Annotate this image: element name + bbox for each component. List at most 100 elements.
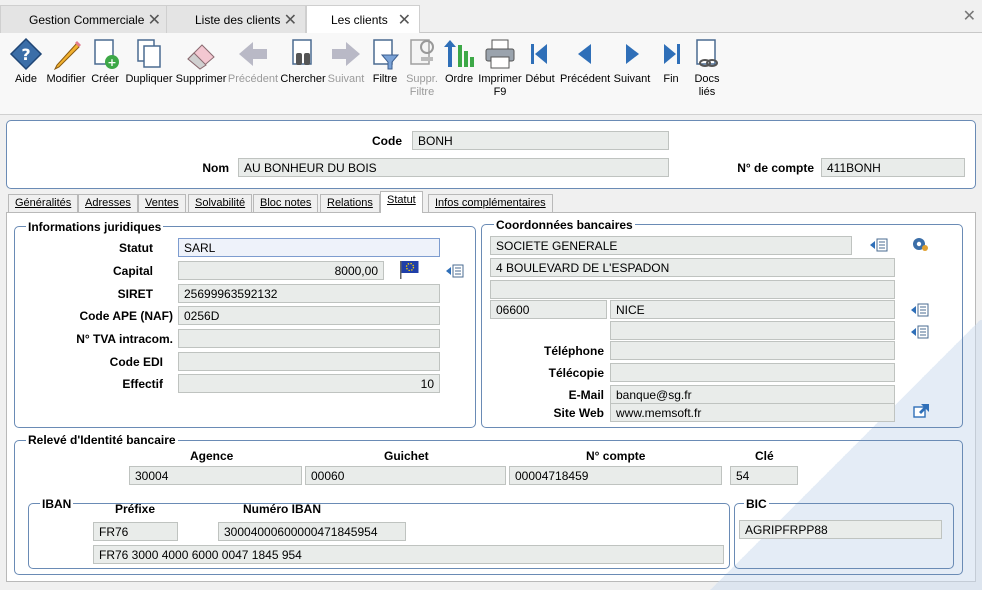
tab-bloc-notes[interactable]: Bloc notes xyxy=(253,194,319,212)
rib-compte-label: N° compte xyxy=(586,449,646,463)
doc-tab-label: Gestion Commerciale xyxy=(29,12,145,27)
telecopie-label: Télécopie xyxy=(548,366,604,380)
linked-documents-icon xyxy=(696,39,718,67)
document-tab-bar: Gestion Commerciale ✕ Liste des clients … xyxy=(0,0,982,34)
f9-label: F9 xyxy=(493,86,507,98)
numero-iban-label: Numéro IBAN xyxy=(243,502,322,516)
effectif-label: Effectif xyxy=(122,377,163,391)
code-edi-label: Code EDI xyxy=(109,355,163,369)
siret-label: SIRET xyxy=(117,287,153,301)
sort-order-icon xyxy=(444,40,474,67)
code-ape-label: Code APE (NAF) xyxy=(79,309,173,323)
banque-cp-field[interactable]: 06600 xyxy=(490,300,607,319)
imprimer-label: Imprimer xyxy=(478,73,522,85)
filter-icon xyxy=(373,39,400,70)
nom-field[interactable]: AU BONHEUR DU BOIS xyxy=(238,158,669,177)
cle-label: Clé xyxy=(755,449,774,463)
lies-label: liés xyxy=(698,86,716,98)
nom-label: Nom xyxy=(202,161,229,175)
banque-ville-field[interactable]: NICE xyxy=(610,300,895,319)
svg-text:?: ? xyxy=(21,45,30,64)
siret-field[interactable]: 25699963592132 xyxy=(178,284,440,303)
iban-full-field[interactable]: FR76 3000 4000 6000 0047 1845 954 xyxy=(93,545,724,564)
code-ape-field[interactable]: 0256D xyxy=(178,306,440,325)
tab-generalites[interactable]: Généralités xyxy=(8,194,79,212)
eu-flag-icon[interactable] xyxy=(398,258,420,280)
compte-field[interactable]: 411BONH xyxy=(821,158,965,177)
guichet-label: Guichet xyxy=(384,449,429,463)
previous-record-icon xyxy=(578,44,591,64)
tab-solvabilite[interactable]: Solvabilité xyxy=(188,194,253,212)
bic-field[interactable]: AGRIPFRPP88 xyxy=(739,520,942,539)
window-close-icon[interactable]: ✕ xyxy=(963,6,976,26)
telephone-field[interactable] xyxy=(610,341,895,360)
bank-settings-gear-icon[interactable] xyxy=(910,235,930,253)
banque-extra-field[interactable] xyxy=(610,321,895,340)
tab-statut[interactable]: Statut xyxy=(380,191,423,213)
coordonnees-bancaires-title: Coordonnées bancaires xyxy=(494,218,635,232)
duplicate-icon xyxy=(137,39,161,68)
close-icon[interactable]: ✕ xyxy=(398,10,411,30)
docs-label: Docs xyxy=(694,73,720,85)
banque-nom-field[interactable]: SOCIETE GENERALE xyxy=(490,236,852,255)
cle-field[interactable]: 54 xyxy=(730,466,798,485)
open-link-icon[interactable] xyxy=(912,403,930,419)
doc-tab-les-clients[interactable]: Les clients ✕ xyxy=(306,5,420,34)
banque-adresse2-field[interactable] xyxy=(490,280,895,299)
numero-iban-field[interactable]: 30004000600000471845954 xyxy=(218,522,406,541)
email-field[interactable]: banque@sg.fr xyxy=(610,385,895,404)
close-icon[interactable]: ✕ xyxy=(284,10,297,30)
eraser-icon xyxy=(187,44,215,70)
list-insert-icon[interactable] xyxy=(910,324,930,340)
filtre-label: Filtre xyxy=(409,86,435,98)
agence-field[interactable]: 30004 xyxy=(129,466,302,485)
help-icon: ? xyxy=(9,37,43,71)
informations-juridiques-title: Informations juridiques xyxy=(26,220,164,234)
tab-relations[interactable]: Relations xyxy=(320,194,380,212)
tab-ventes[interactable]: Ventes xyxy=(138,194,186,212)
banque-adresse1-field[interactable]: 4 BOULEVARD DE L'ESPADON xyxy=(490,258,895,277)
svg-text:+: + xyxy=(107,56,116,69)
arrow-right-icon xyxy=(332,42,360,66)
compte-label: N° de compte xyxy=(737,161,814,175)
list-insert-icon[interactable] xyxy=(869,237,889,253)
guichet-field[interactable]: 00060 xyxy=(305,466,506,485)
search-icon xyxy=(292,39,312,65)
rib-compte-field[interactable]: 00004718459 xyxy=(509,466,722,485)
capital-field[interactable]: 8000,00 xyxy=(178,261,384,280)
telephone-label: Téléphone xyxy=(543,344,604,358)
list-insert-icon[interactable] xyxy=(910,302,930,318)
tab-adresses[interactable]: Adresses xyxy=(78,194,138,212)
bic-title: BIC xyxy=(744,497,769,511)
pencil-icon xyxy=(53,41,81,71)
next-record-icon xyxy=(626,44,639,64)
doc-tab-gestion-commerciale[interactable]: Gestion Commerciale ✕ xyxy=(0,5,170,33)
tab-infos-complementaires[interactable]: Infos complémentaires xyxy=(428,194,553,212)
prefixe-label: Préfixe xyxy=(115,502,156,516)
toolbar: ? Aide Modifier + Créer Dupliquer Suppri… xyxy=(0,33,982,115)
close-icon[interactable]: ✕ xyxy=(148,10,161,30)
doc-tab-liste-des-clients[interactable]: Liste des clients ✕ xyxy=(166,5,306,33)
printer-icon xyxy=(485,39,515,69)
remove-filter-icon xyxy=(410,39,434,65)
arrow-left-icon xyxy=(239,42,267,66)
site-web-label: Site Web xyxy=(553,406,604,420)
agence-label: Agence xyxy=(190,449,234,463)
tva-intracom-label: N° TVA intracom. xyxy=(76,332,173,346)
prefixe-field[interactable]: FR76 xyxy=(93,522,178,541)
doc-tab-label: Les clients xyxy=(331,13,388,27)
first-record-icon xyxy=(531,44,547,64)
statut-field[interactable]: SARL xyxy=(178,238,440,257)
statut-label: Statut xyxy=(119,241,153,255)
last-record-icon xyxy=(664,44,680,64)
tva-intracom-field[interactable] xyxy=(178,329,440,348)
site-web-field[interactable]: www.memsoft.fr xyxy=(610,403,895,422)
telecopie-field[interactable] xyxy=(610,363,895,382)
list-insert-icon[interactable] xyxy=(445,263,465,279)
iban-title: IBAN xyxy=(40,497,74,511)
effectif-field[interactable]: 10 xyxy=(178,374,440,393)
code-field[interactable]: BONH xyxy=(412,131,669,150)
email-label: E-Mail xyxy=(568,388,604,402)
suppr-label: Suppr. xyxy=(406,73,438,85)
code-edi-field[interactable] xyxy=(178,352,440,371)
